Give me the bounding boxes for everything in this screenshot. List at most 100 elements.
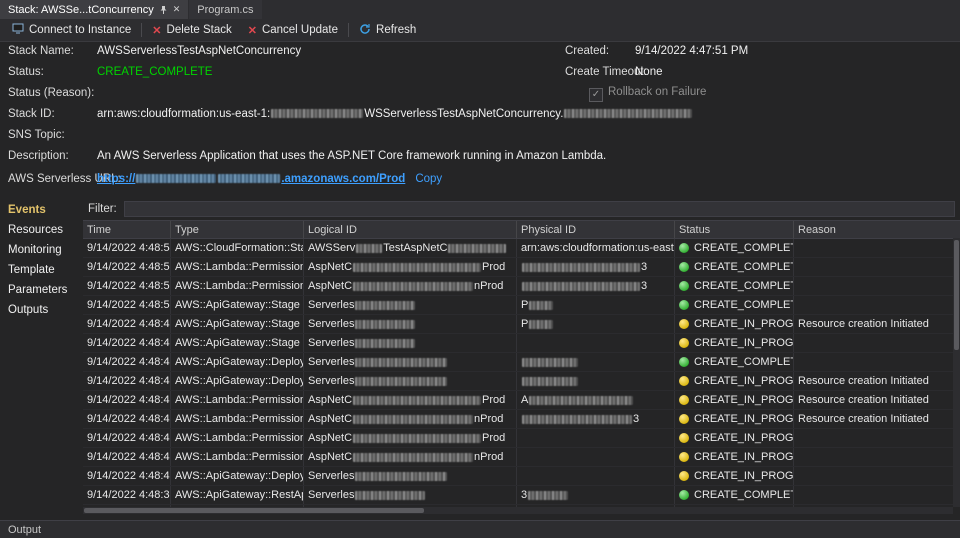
cell-physical: 3 xyxy=(517,277,675,295)
side-tab-parameters[interactable]: Parameters xyxy=(0,280,83,300)
cell-status: CREATE_IN_PROGRESS xyxy=(675,448,794,466)
rollback-on-failure-checkbox[interactable]: ✓ xyxy=(589,88,603,102)
event-row[interactable]: 9/14/2022 4:48:41 PMAWS::Lambda::Permiss… xyxy=(83,429,960,448)
cell-reason xyxy=(794,277,960,295)
side-tab-events[interactable]: Events xyxy=(0,200,83,220)
cell-logical: Serverles xyxy=(304,296,517,314)
cell-logical: AspNetCProd xyxy=(304,429,517,447)
serverless-url-link[interactable]: https://.amazonaws.com/Prod xyxy=(97,173,405,185)
event-row[interactable]: 9/14/2022 4:48:41 PMAWS::ApiGateway::Dep… xyxy=(83,467,960,486)
cancel-update-button[interactable]: ✕ Cancel Update xyxy=(240,19,346,41)
cell-reason: Resource creation Initiated xyxy=(794,410,960,428)
redacted-text xyxy=(522,263,640,272)
refresh-icon xyxy=(359,23,371,38)
column-header-physical[interactable]: Physical ID xyxy=(517,221,675,238)
cell-logical: Serverles xyxy=(304,467,517,485)
connect-to-instance-button[interactable]: Connect to Instance xyxy=(4,19,139,41)
redacted-text xyxy=(355,377,447,386)
sns-topic-label: SNS Topic: xyxy=(8,129,65,141)
vs-stack-view-window: Stack: AWSSe...tConcurrency ✕ Program.cs… xyxy=(0,0,960,538)
cell-status: CREATE_COMPLETE xyxy=(675,258,794,276)
cell-time: 9/14/2022 4:48:49 PM xyxy=(83,315,171,333)
cell-type: AWS::Lambda::Permission xyxy=(171,258,304,276)
event-row[interactable]: 9/14/2022 4:48:41 PMAWS::Lambda::Permiss… xyxy=(83,410,960,429)
tab-program-cs[interactable]: Program.cs xyxy=(189,0,261,19)
cell-reason xyxy=(794,486,960,504)
cell-status: CREATE_IN_PROGRESS xyxy=(675,372,794,390)
connect-instance-icon xyxy=(12,23,24,37)
stack-id-label: Stack ID: xyxy=(8,108,55,120)
event-row[interactable]: 9/14/2022 4:48:48 PMAWS::ApiGateway::Dep… xyxy=(83,353,960,372)
cell-status: CREATE_COMPLETE xyxy=(675,277,794,295)
event-row[interactable]: 9/14/2022 4:48:52 PMAWS::Lambda::Permiss… xyxy=(83,277,960,296)
column-header-type[interactable]: Type xyxy=(171,221,304,238)
horizontal-scrollbar[interactable] xyxy=(83,507,953,514)
cell-logical: AspNetCProd xyxy=(304,258,517,276)
side-tab-outputs[interactable]: Outputs xyxy=(0,300,83,320)
event-row[interactable]: 9/14/2022 4:48:42 PMAWS::Lambda::Permiss… xyxy=(83,391,960,410)
event-row[interactable]: 9/14/2022 4:48:49 PMAWS::ApiGateway::Sta… xyxy=(83,315,960,334)
cell-type: AWS::ApiGateway::Deployment xyxy=(171,467,304,485)
event-row[interactable]: 9/14/2022 4:48:54 PMAWS::CloudFormation:… xyxy=(83,239,960,258)
event-row[interactable]: 9/14/2022 4:48:52 PMAWS::Lambda::Permiss… xyxy=(83,258,960,277)
vertical-scrollbar-thumb[interactable] xyxy=(954,240,959,350)
cell-type: AWS::ApiGateway::Stage xyxy=(171,296,304,314)
cell-physical xyxy=(517,467,675,485)
redacted-text xyxy=(355,358,447,367)
side-tab-resources[interactable]: Resources xyxy=(0,220,83,240)
stack-details-panel: Stack Name: AWSServerlessTestAspNetConcu… xyxy=(0,42,960,199)
column-header-status[interactable]: Status xyxy=(675,221,794,238)
cell-type: AWS::Lambda::Permission xyxy=(171,410,304,428)
event-row[interactable]: 9/14/2022 4:48:48 PMAWS::ApiGateway::Dep… xyxy=(83,372,960,391)
event-row[interactable]: 9/14/2022 4:48:39 PMAWS::ApiGateway::Res… xyxy=(83,486,960,505)
cell-type: AWS::ApiGateway::Stage xyxy=(171,334,304,352)
event-row[interactable]: 9/14/2022 4:48:49 PMAWS::ApiGateway::Sta… xyxy=(83,334,960,353)
status-icon xyxy=(679,338,689,348)
cell-physical: 3 xyxy=(517,258,675,276)
output-panel-bar[interactable]: Output xyxy=(0,520,960,538)
redacted-text xyxy=(353,453,473,462)
horizontal-scrollbar-thumb[interactable] xyxy=(84,508,424,513)
cell-logical: AspNetCnProd xyxy=(304,448,517,466)
rollback-on-failure-label: Rollback on Failure xyxy=(608,86,706,98)
cancel-icon: ✕ xyxy=(248,24,257,37)
side-tab-template[interactable]: Template xyxy=(0,260,83,280)
cell-logical: Serverles xyxy=(304,315,517,333)
cell-type: AWS::CloudFormation::Stack xyxy=(171,239,304,257)
cell-time: 9/14/2022 4:48:48 PM xyxy=(83,372,171,390)
status-icon xyxy=(679,300,689,310)
description-value: An AWS Serverless Application that uses … xyxy=(97,150,606,162)
filter-label: Filter: xyxy=(88,203,117,215)
redacted-text xyxy=(353,434,481,443)
redacted-text xyxy=(355,301,415,310)
cell-reason: Resource creation Initiated xyxy=(794,372,960,390)
cell-physical xyxy=(517,372,675,390)
delete-stack-button[interactable]: ✕ Delete Stack xyxy=(144,19,239,41)
column-header-logical[interactable]: Logical ID xyxy=(304,221,517,238)
redacted-text xyxy=(218,174,280,183)
cell-reason xyxy=(794,353,960,371)
cell-type: AWS::Lambda::Permission xyxy=(171,448,304,466)
event-row[interactable]: 9/14/2022 4:48:50 PMAWS::ApiGateway::Sta… xyxy=(83,296,960,315)
cell-time: 9/14/2022 4:48:41 PM xyxy=(83,467,171,485)
column-header-time[interactable]: Time xyxy=(83,221,171,238)
redacted-text xyxy=(529,320,553,329)
pin-icon[interactable] xyxy=(159,5,168,15)
refresh-button[interactable]: Refresh xyxy=(351,19,424,41)
filter-row: Filter: xyxy=(88,201,955,217)
column-header-reason[interactable]: Reason xyxy=(794,221,960,238)
vertical-scrollbar[interactable] xyxy=(953,238,960,507)
redacted-text xyxy=(448,244,506,253)
tab-stack-document[interactable]: Stack: AWSSe...tConcurrency ✕ xyxy=(0,0,188,19)
filter-input[interactable] xyxy=(124,201,955,217)
redacted-text xyxy=(522,358,578,367)
output-panel-label: Output xyxy=(8,524,41,536)
side-tab-monitoring[interactable]: Monitoring xyxy=(0,240,83,260)
status-icon xyxy=(679,452,689,462)
event-row[interactable]: 9/14/2022 4:48:41 PMAWS::Lambda::Permiss… xyxy=(83,448,960,467)
copy-url-link[interactable]: Copy xyxy=(415,173,442,185)
cell-status: CREATE_COMPLETE xyxy=(675,296,794,314)
redacted-text xyxy=(353,282,473,291)
close-icon[interactable]: ✕ xyxy=(173,4,181,15)
redacted-text xyxy=(355,320,415,329)
